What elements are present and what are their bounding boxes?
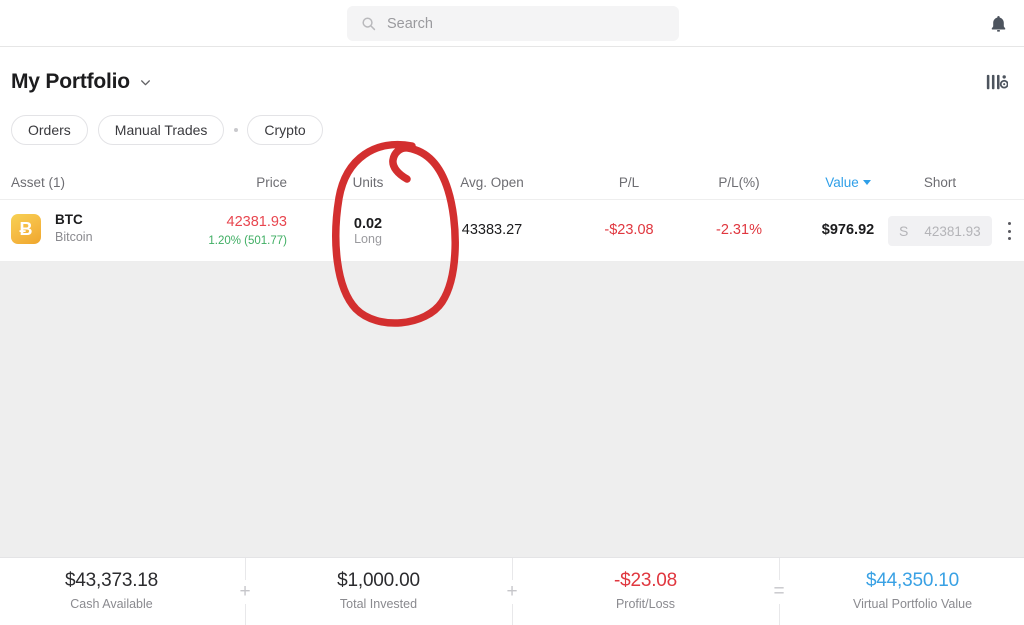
chevron-down-icon xyxy=(139,76,152,89)
summary-profit-loss-value: -$23.08 xyxy=(534,569,757,594)
columns-settings-icon xyxy=(986,73,1008,92)
summary-virtual-portfolio-value: $44,350.10 Virtual Portfolio Value xyxy=(801,569,1024,613)
short-letter: S xyxy=(899,223,908,239)
page-title: My Portfolio xyxy=(11,70,130,94)
col-header-short-label: Short xyxy=(924,175,956,190)
col-header-price-label: Price xyxy=(256,175,287,190)
col-header-pl-label: P/L xyxy=(619,175,639,190)
pill-separator-dot xyxy=(234,128,238,132)
summary-cash-available: $43,373.18 Cash Available xyxy=(0,569,223,613)
price-value: 42381.93 xyxy=(227,213,287,233)
pill-manual-trades[interactable]: Manual Trades xyxy=(98,115,225,145)
col-header-pl-pct[interactable]: P/L(%) xyxy=(690,164,788,200)
search-input[interactable] xyxy=(387,16,665,32)
col-header-avg-open-label: Avg. Open xyxy=(460,175,524,190)
col-header-units[interactable]: Units xyxy=(330,164,406,200)
summary-operator-equals: = xyxy=(757,558,801,625)
col-header-pl-pct-label: P/L(%) xyxy=(718,175,759,190)
pl-cell: -$23.08 xyxy=(580,200,678,262)
summary-operator-plus-2: + xyxy=(490,558,534,625)
more-options-icon[interactable] xyxy=(1000,222,1018,240)
page-header: My Portfolio Orders Manual Trades xyxy=(0,47,1024,164)
bitcoin-glyph: Ƀ xyxy=(20,220,33,238)
pl-percent-cell: -2.31% xyxy=(690,200,788,262)
avg-open-cell: 43383.27 xyxy=(440,200,544,262)
summary-cash-available-value: $43,373.18 xyxy=(0,569,223,594)
summary-profit-loss: -$23.08 Profit/Loss xyxy=(534,569,757,613)
avg-open-value: 43383.27 xyxy=(462,221,522,241)
col-header-avg-open[interactable]: Avg. Open xyxy=(440,164,544,200)
summary-operator-plus-1: + xyxy=(223,558,267,625)
summary-virtual-portfolio-value-label: Virtual Portfolio Value xyxy=(801,596,1024,614)
col-header-value[interactable]: Value xyxy=(800,164,896,200)
summary-cash-available-label: Cash Available xyxy=(0,596,223,614)
holdings-table: Asset (1) Price Units Avg. Open P/L P/L(… xyxy=(0,164,1024,262)
summary-total-invested-value: $1,000.00 xyxy=(267,569,490,594)
position-direction: Long xyxy=(354,232,382,246)
asset-cell[interactable]: Ƀ BTC Bitcoin xyxy=(11,212,93,245)
pill-manual-trades-label: Manual Trades xyxy=(115,122,208,138)
search-icon xyxy=(361,16,376,31)
pill-crypto-label: Crypto xyxy=(264,122,305,138)
summary-virtual-portfolio-value-value: $44,350.10 xyxy=(801,569,1024,594)
portfolio-app: My Portfolio Orders Manual Trades xyxy=(0,0,1024,625)
short-sell-button[interactable]: S 42381.93 xyxy=(888,216,992,246)
notification-bell-button[interactable] xyxy=(982,8,1014,40)
asset-symbol: BTC xyxy=(55,212,93,229)
units-value: 0.02 xyxy=(354,216,382,232)
bitcoin-icon: Ƀ xyxy=(11,214,41,244)
col-header-pl[interactable]: P/L xyxy=(580,164,678,200)
value-cell: $976.92 xyxy=(800,200,896,262)
sort-descending-icon xyxy=(863,180,871,185)
search-box[interactable] xyxy=(347,6,679,41)
pl-value: -$23.08 xyxy=(604,221,653,241)
pill-orders[interactable]: Orders xyxy=(11,115,88,145)
summary-total-invested-label: Total Invested xyxy=(267,596,490,614)
col-header-asset-label: Asset (1) xyxy=(11,175,65,190)
table-header-row: Asset (1) Price Units Avg. Open P/L P/L(… xyxy=(0,164,1024,200)
pl-percent-value: -2.31% xyxy=(716,221,762,241)
notification-bell-icon xyxy=(989,14,1008,35)
col-header-asset[interactable]: Asset (1) xyxy=(11,164,65,200)
columns-settings-button[interactable] xyxy=(980,67,1014,97)
pill-crypto[interactable]: Crypto xyxy=(247,115,322,145)
price-cell: 42381.93 1.20% (501.77) xyxy=(185,200,287,262)
col-header-short[interactable]: Short xyxy=(892,164,988,200)
col-header-price[interactable]: Price xyxy=(185,164,287,200)
filter-pills: Orders Manual Trades Crypto xyxy=(11,115,333,145)
portfolio-summary-bar: $43,373.18 Cash Available + $1,000.00 To… xyxy=(0,557,1024,625)
short-price: 42381.93 xyxy=(924,224,980,239)
summary-profit-loss-label: Profit/Loss xyxy=(534,596,757,614)
top-bar xyxy=(0,0,1024,47)
portfolio-selector[interactable]: My Portfolio xyxy=(11,70,152,94)
units-cell: 0.02 Long xyxy=(330,200,406,262)
value-amount: $976.92 xyxy=(822,221,874,241)
col-header-value-label: Value xyxy=(825,175,859,190)
col-header-units-label: Units xyxy=(353,175,384,190)
summary-total-invested: $1,000.00 Total Invested xyxy=(267,569,490,613)
table-row[interactable]: Ƀ BTC Bitcoin 42381.93 1.20% (501.77) 0.… xyxy=(0,200,1024,262)
pill-orders-label: Orders xyxy=(28,122,71,138)
price-change: 1.20% (501.77) xyxy=(208,233,287,249)
asset-name: Bitcoin xyxy=(55,229,93,245)
